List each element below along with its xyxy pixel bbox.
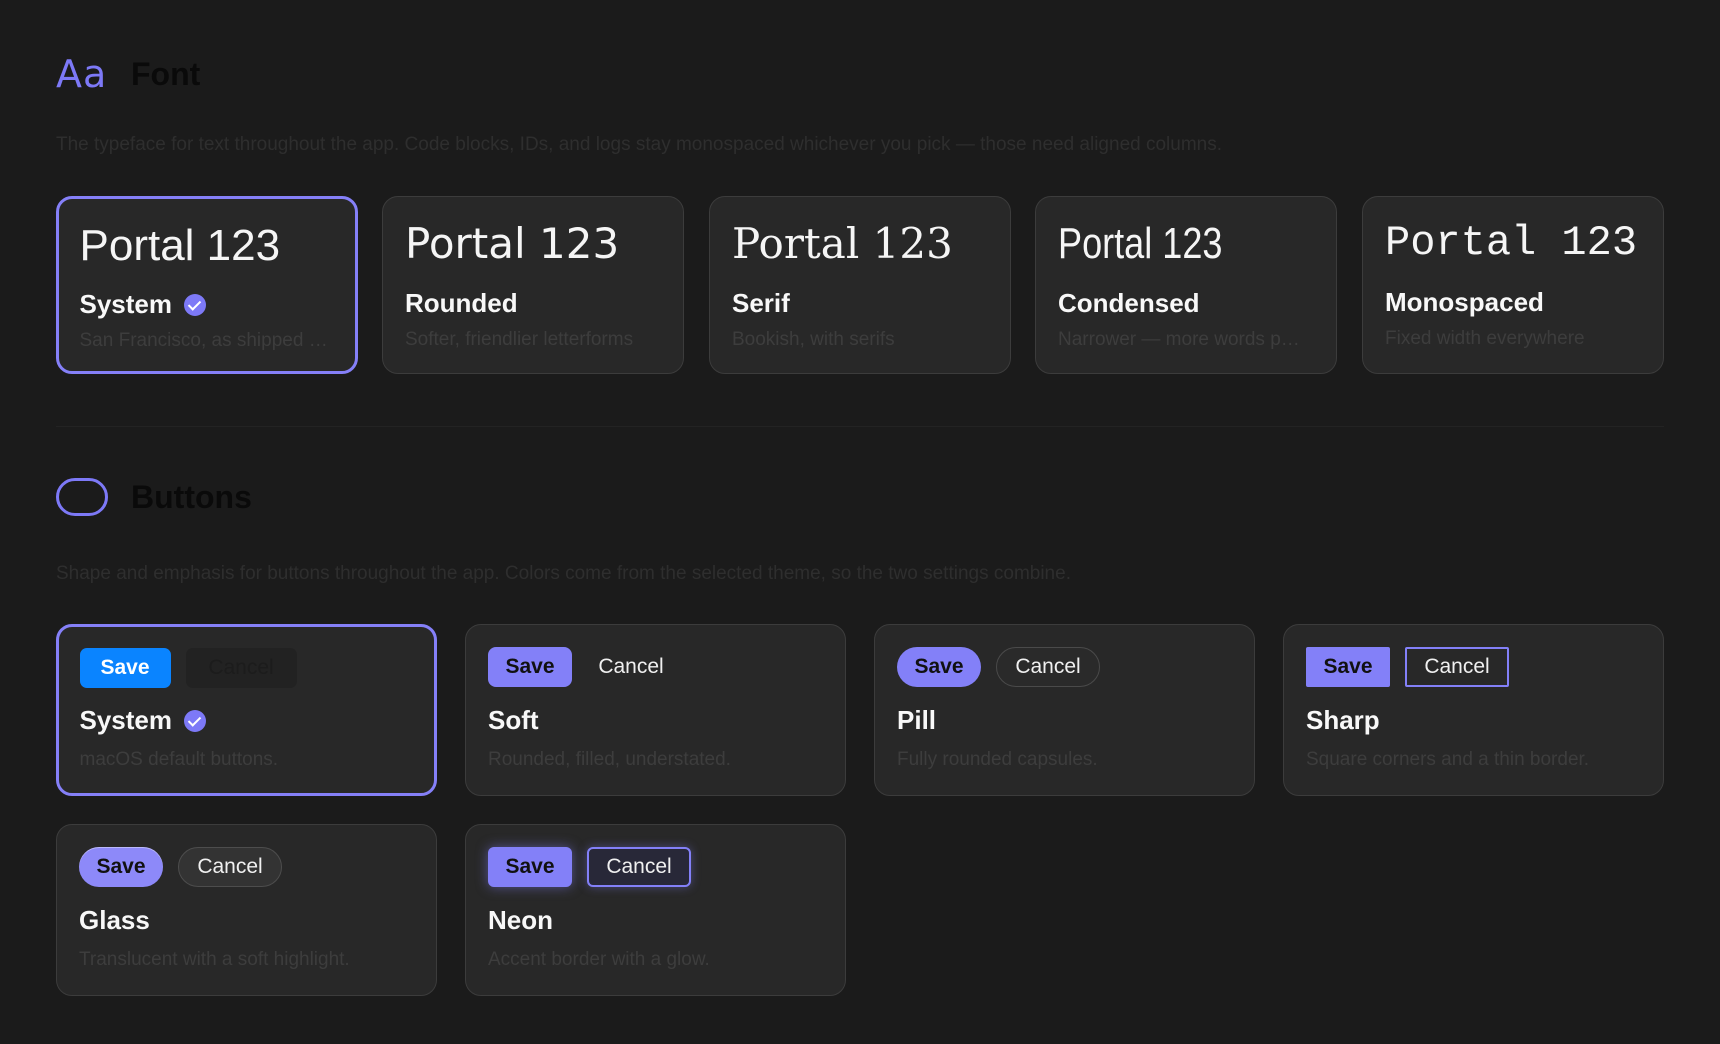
button-style-glass[interactable]: Save Cancel Glass Translucent with a sof…: [56, 824, 437, 996]
font-option-subtitle: Narrower — more words per line: [1058, 329, 1308, 350]
font-section-title: Font: [131, 55, 201, 92]
cancel-button-preview: Cancel: [185, 647, 297, 688]
button-style-name: Sharp: [1306, 705, 1380, 735]
button-style-subtitle: Translucent with a soft highlight.: [79, 949, 350, 970]
button-preview: Save Cancel: [488, 647, 690, 687]
font-icon: Aa: [56, 52, 108, 96]
font-sample: Portal 123: [1385, 219, 1638, 267]
font-section-description: The typeface for text throughout the app…: [56, 134, 1223, 155]
button-style-name: Neon: [488, 905, 553, 935]
font-option-rounded[interactable]: Portal 123 Rounded Softer, friendlier le…: [382, 196, 684, 374]
font-option-subtitle: Bookish, with serifs: [732, 329, 895, 350]
save-button-preview: Save: [488, 647, 572, 687]
button-style-neon[interactable]: Save Cancel Neon Accent border with a gl…: [465, 824, 846, 996]
font-sample: Portal 123: [405, 219, 620, 268]
cancel-button-preview: Cancel: [587, 847, 691, 887]
font-option-monospaced[interactable]: Portal 123 Monospaced Fixed width everyw…: [1362, 196, 1664, 374]
save-button-preview: Save: [1306, 647, 1390, 687]
buttons-section-title: Buttons: [131, 478, 252, 515]
section-divider: [56, 426, 1664, 427]
button-style-name: Pill: [897, 705, 937, 735]
save-button-preview: Save: [79, 647, 171, 688]
font-option-name: System: [79, 289, 206, 320]
button-preview: Save Cancel: [897, 647, 1115, 687]
buttons-section-header: Buttons: [56, 478, 252, 516]
cancel-button-preview: Cancel: [1405, 647, 1509, 687]
font-option-name: Rounded: [405, 288, 518, 318]
button-style-subtitle: Accent border with a glow.: [488, 949, 710, 970]
save-button-preview: Save: [79, 847, 163, 887]
button-style-name: Glass: [79, 905, 150, 935]
save-button-preview: Save: [488, 847, 572, 887]
button-preview: Save Cancel: [1306, 647, 1524, 687]
font-option-label: System: [79, 289, 173, 319]
font-option-name: Serif: [732, 288, 790, 318]
cancel-button-preview: Cancel: [178, 847, 282, 887]
font-option-subtitle: San Francisco, as shipped with macOS: [79, 330, 330, 351]
font-option-name: Monospaced: [1385, 287, 1544, 317]
button-style-pill[interactable]: Save Cancel Pill Fully rounded capsules.: [874, 624, 1255, 796]
font-sample: Portal 123: [79, 221, 281, 270]
font-option-subtitle: Softer, friendlier letterforms: [405, 329, 634, 350]
button-style-subtitle: Rounded, filled, understated.: [488, 749, 731, 770]
button-style-soft[interactable]: Save Cancel Soft Rounded, filled, unders…: [465, 624, 846, 796]
button-style-sharp[interactable]: Save Cancel Sharp Square corners and a t…: [1283, 624, 1664, 796]
checkmark-icon: [184, 293, 206, 316]
cancel-button-preview: Cancel: [598, 655, 664, 678]
button-style-name: System: [79, 705, 206, 736]
save-button-preview: Save: [897, 647, 981, 687]
capsule-icon: [56, 478, 108, 516]
button-preview: Save Cancel: [488, 847, 706, 887]
buttons-section-description: Shape and emphasis for buttons throughou…: [56, 563, 1071, 584]
button-preview: Save Cancel: [79, 847, 297, 887]
font-section-header: Aa Font: [56, 52, 200, 96]
cancel-button-preview: Cancel: [996, 647, 1100, 687]
button-style-subtitle: macOS default buttons.: [79, 749, 279, 770]
font-option-system[interactable]: Portal 123 System San Francisco, as ship…: [56, 196, 358, 374]
checkmark-icon: [184, 709, 206, 732]
button-preview: Save Cancel: [79, 647, 312, 688]
font-option-name: Condensed: [1058, 288, 1200, 318]
button-style-system[interactable]: Save Cancel System macOS default buttons…: [56, 624, 437, 796]
font-sample: Portal 123: [732, 219, 953, 268]
font-option-condensed[interactable]: Portal 123 Condensed Narrower — more wor…: [1035, 196, 1337, 374]
button-style-name: Soft: [488, 705, 539, 735]
button-style-subtitle: Square corners and a thin border.: [1306, 749, 1590, 770]
button-style-label: System: [79, 705, 173, 735]
font-option-serif[interactable]: Portal 123 Serif Bookish, with serifs: [709, 196, 1011, 374]
font-option-subtitle: Fixed width everywhere: [1385, 328, 1585, 349]
button-style-subtitle: Fully rounded capsules.: [897, 749, 1098, 770]
font-sample: Portal 123: [1058, 219, 1223, 268]
